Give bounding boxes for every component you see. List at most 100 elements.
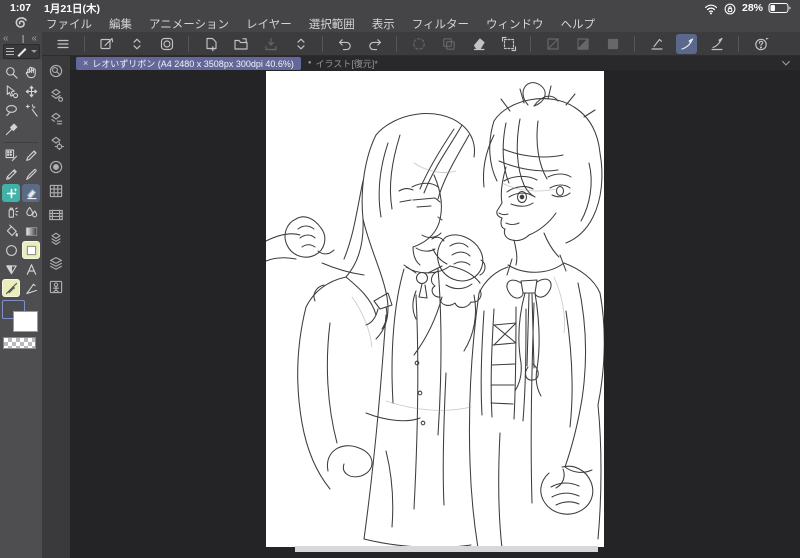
transform-button[interactable] (498, 34, 519, 54)
palette-menu-icon (6, 47, 14, 56)
material-palette-button[interactable] (47, 230, 65, 247)
command-separator (322, 35, 323, 52)
dropper-tool[interactable] (2, 120, 20, 138)
menu-item-5[interactable]: 表示 (372, 16, 395, 32)
collapse-left-chevron[interactable]: « (0, 33, 12, 44)
file-updown-button[interactable] (290, 34, 311, 54)
wifi-icon (704, 2, 718, 15)
command-bar (42, 32, 800, 56)
palette-grip[interactable]: ❙ (20, 34, 27, 43)
redo-button[interactable] (364, 34, 385, 54)
menu-item-7[interactable]: ウィンドウ (486, 16, 544, 32)
ruler-tool[interactable] (22, 279, 40, 297)
tonepen-tool[interactable] (2, 146, 20, 164)
snap-guide-button[interactable] (706, 34, 727, 54)
battery-percent: 28% (741, 2, 763, 14)
bucket-tool[interactable] (2, 222, 20, 240)
menu-item-3[interactable]: レイヤー (246, 16, 292, 32)
fill-selection-button (602, 34, 623, 54)
palette-dock (42, 56, 70, 558)
undo-button[interactable] (334, 34, 355, 54)
pen-tool[interactable] (22, 146, 40, 164)
canvas-bottom-edge[interactable] (295, 546, 598, 552)
clip-studio-logo-icon[interactable] (12, 16, 29, 31)
gradient-tool[interactable] (22, 222, 40, 240)
status-bar: 1:07 1月21日(木) 28% (0, 0, 800, 16)
menu-item-4[interactable]: 選択範囲 (309, 16, 355, 32)
correction-pen-tool[interactable] (2, 279, 20, 297)
menu-item-1[interactable]: 編集 (109, 16, 132, 32)
orientation-lock-icon (723, 2, 737, 15)
tab-inactive-document[interactable]: ● イラスト[復元]* (301, 57, 385, 70)
tab-bar: × レオいずリボン (A4 2480 x 3508px 300dpi 40.6%… (70, 56, 800, 70)
command-separator (396, 35, 397, 52)
tab-active-document[interactable]: × レオいずリボン (A4 2480 x 3508px 300dpi 40.6%… (76, 56, 301, 70)
move-tool[interactable] (22, 82, 40, 100)
timeline-palette-button[interactable] (47, 206, 65, 223)
color-set-palette-button[interactable] (47, 182, 65, 199)
lasso-tool[interactable] (2, 101, 20, 119)
tab-unsaved-dot: ● (307, 60, 312, 66)
menu-item-8[interactable]: ヘルプ (560, 16, 595, 32)
edit-canvas-button[interactable] (96, 34, 117, 54)
deco-plus-tool[interactable] (2, 184, 20, 202)
text-tool[interactable] (22, 260, 40, 278)
eraser-tool[interactable] (22, 184, 40, 202)
status-time: 1:07 (10, 2, 32, 14)
airbrush-tool[interactable] (2, 203, 20, 221)
processing-button (408, 34, 429, 54)
menu-item-6[interactable]: フィルター (412, 16, 469, 32)
tab-close-icon[interactable]: × (83, 58, 88, 68)
blend-tool[interactable] (22, 203, 40, 221)
command-separator (634, 35, 635, 52)
object-tool[interactable] (2, 82, 20, 100)
battery-icon (768, 2, 792, 14)
new-document-button[interactable] (200, 34, 221, 54)
layer-palette-button[interactable] (47, 254, 65, 271)
menu-bar: ファイル 編集 アニメーション レイヤー 選択範囲 表示 フィルター ウィンドウ ヘルプ (0, 15, 800, 32)
clear-button[interactable] (468, 34, 489, 54)
help-button[interactable] (750, 34, 771, 54)
ellipse-tool[interactable] (2, 241, 20, 259)
tool-dropdown-triangle (31, 50, 37, 53)
tab-inactive-label: イラスト[復元]* (315, 58, 378, 69)
snap-special-button[interactable] (676, 33, 697, 54)
deselect-button (542, 34, 563, 54)
tab-active-label: レオいずリボン (A4 2480 x 3508px 300dpi 40.6%) (92, 58, 294, 69)
command-separator (738, 35, 739, 52)
wand-tool[interactable] (22, 101, 40, 119)
polyline-tool[interactable] (2, 260, 20, 278)
quick-access-palette-button[interactable] (47, 62, 65, 79)
color-swatches (0, 300, 42, 360)
canvas-document[interactable] (266, 71, 604, 547)
snap-ruler-button[interactable] (646, 34, 667, 54)
companion-device-button[interactable] (156, 34, 177, 54)
collapse-right-chevron[interactable]: « (28, 33, 40, 44)
zoom-tool[interactable] (2, 63, 20, 81)
tool-separator (0, 139, 42, 146)
menu-item-0[interactable]: ファイル (46, 16, 92, 32)
command-separator (530, 35, 531, 52)
pencil-tool[interactable] (2, 165, 20, 183)
transparent-color-swatch[interactable] (3, 337, 36, 349)
current-tool-display[interactable] (3, 44, 40, 59)
sub-tool-palette-button[interactable] (47, 86, 65, 103)
brush-tool[interactable] (22, 165, 40, 183)
status-date: 1月21日(木) (44, 2, 101, 15)
tool-property-palette-button[interactable] (47, 110, 65, 127)
duplicate-layer-button (438, 34, 459, 54)
brush-settings-palette-button[interactable] (47, 134, 65, 151)
sub-color-swatch[interactable] (13, 311, 38, 332)
tab-list-chevron-icon[interactable] (780, 57, 792, 69)
palette-menu-button[interactable] (52, 34, 73, 54)
brush-size-palette-button[interactable] (47, 158, 65, 175)
size-updown-button[interactable] (126, 34, 147, 54)
open-file-button[interactable] (230, 34, 251, 54)
save-file-button (260, 34, 281, 54)
pose-palette-button[interactable] (47, 278, 65, 295)
command-separator (188, 35, 189, 52)
hand-tool[interactable] (22, 63, 40, 81)
current-tool-pen-icon (16, 46, 28, 57)
figure-rect-tool[interactable] (22, 241, 40, 259)
menu-item-2[interactable]: アニメーション (149, 16, 229, 32)
